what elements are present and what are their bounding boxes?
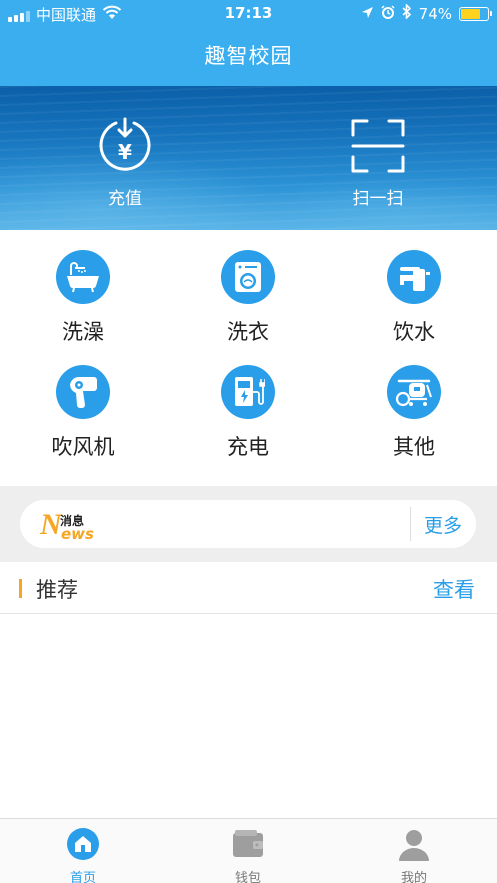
recharge-button[interactable]: ¥ 充值 [55,116,195,209]
tab-bar: 首页 钱包 我的 [0,818,497,883]
recommend-header: 推荐 查看 [0,562,497,614]
battery-percent: 74% [418,4,452,23]
scan-button[interactable]: 扫一扫 [308,118,448,209]
washing-machine-icon [221,250,275,304]
service-label: 充电 [227,435,269,459]
bathtub-icon [56,250,110,304]
news-logo-ews: ews [61,525,94,543]
service-other[interactable]: 其他 [354,365,474,461]
news-section: N 消息 ews 更多 [0,486,497,562]
tab-label: 我的 [400,871,427,883]
tab-label: 钱包 [234,871,261,883]
tab-home[interactable]: 首页 [23,827,143,883]
tab-profile[interactable]: 我的 [354,827,474,883]
service-charging[interactable]: 充电 [188,365,308,461]
recommend-view-button[interactable]: 查看 [433,574,475,604]
recharge-label: 充值 [108,189,142,209]
page-title: 趣智校园 [204,44,293,68]
service-label: 饮水 [393,320,435,344]
news-logo: N 消息 ews [40,508,100,544]
news-logo-n: N [40,508,62,541]
service-bath[interactable]: 洗澡 [23,250,143,346]
service-label: 洗衣 [227,320,269,344]
battery-icon [459,6,492,21]
svg-text:¥: ¥ [118,140,132,164]
service-water[interactable]: 饮水 [354,250,474,346]
recommend-title: 推荐 [36,578,78,602]
service-hairdryer[interactable]: 吹风机 [23,365,143,461]
tab-label: 首页 [69,871,96,883]
service-laundry[interactable]: 洗衣 [188,250,308,346]
recharge-icon: ¥ [96,117,154,178]
home-icon [66,828,100,865]
service-label: 其他 [393,435,435,459]
battery-fill [461,8,481,19]
recommend-accent [19,579,22,598]
top-bar: 中国联通 17:13 74% 趣智校园 [0,0,497,86]
news-more-button[interactable]: 更多 [424,511,462,538]
alarm-icon [381,4,395,23]
bluetooth-icon [402,3,412,23]
service-label: 洗澡 [62,320,104,344]
tab-wallet[interactable]: 钱包 [188,827,308,883]
news-divider [410,507,411,541]
hair-dryer-icon [56,365,110,419]
status-bar: 中国联通 17:13 74% [0,0,497,28]
profile-icon [397,830,431,865]
scan-label: 扫一扫 [352,189,404,209]
banner: ¥ 充值 扫一扫 [0,86,497,230]
location-icon [361,5,374,23]
other-icon [387,365,441,419]
scan-icon [350,119,406,178]
service-label: 吹风机 [51,435,115,459]
faucet-icon [387,250,441,304]
wallet-icon [231,830,265,865]
news-bar[interactable]: N 消息 ews 更多 [20,500,476,548]
charger-icon [221,365,275,419]
service-grid: 洗澡 洗衣 饮水 吹风机 充电 其他 [0,230,497,486]
